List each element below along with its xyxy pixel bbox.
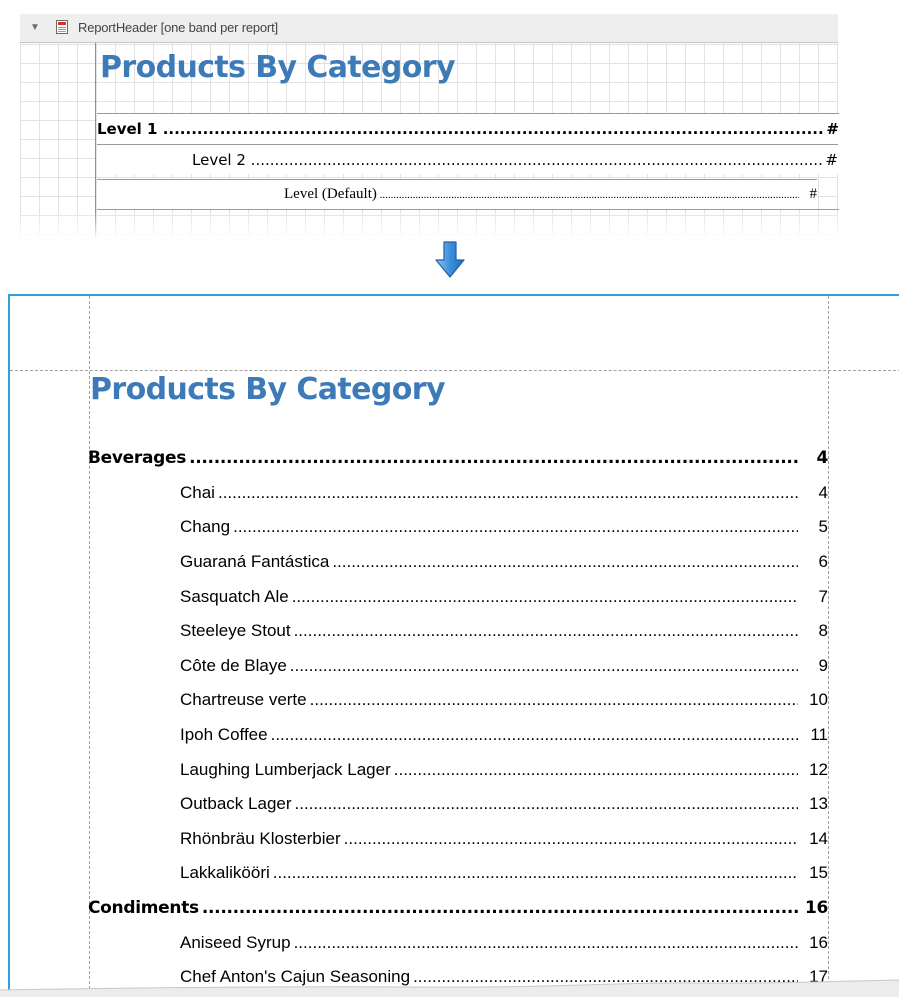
toc-entry-label: Chartreuse verte [180, 690, 307, 710]
leader-dots: ........................................… [250, 150, 824, 169]
toc-entry-label: Condiments [88, 898, 199, 919]
triangle-down-icon[interactable]: ▼ [30, 22, 40, 33]
page-number: 11 [810, 725, 828, 745]
page-number-placeholder: # [825, 150, 838, 169]
toc-entry-label: Outback Lager [180, 794, 292, 814]
document-preview-page: Products By Category Beverages..........… [8, 294, 899, 997]
toc-item-row[interactable]: Chartreuse verte........................… [88, 683, 828, 718]
leader-dots: ........................................… [294, 794, 798, 814]
leader-dots: ........................................… [343, 828, 798, 848]
report-header-band-caption[interactable]: ▼ ReportHeader [one band per report] [20, 14, 838, 43]
page-number: 4 [818, 482, 828, 502]
report-header-band-area[interactable]: Products By Category Level 1 ...........… [20, 43, 839, 240]
page-number-placeholder: # [826, 120, 839, 138]
page-number: 5 [818, 517, 828, 537]
page-number: 13 [809, 794, 828, 814]
toc-item-row[interactable]: Aniseed Syrup...........................… [88, 925, 828, 960]
toc-entry-label: Côte de Blaye [180, 655, 287, 675]
toc-item-row[interactable]: Outback Lager...........................… [88, 787, 828, 822]
torn-edge [0, 979, 899, 997]
toc-level-label: Level (Default) [284, 186, 377, 202]
leader-dots: ........................................… [233, 517, 798, 537]
toc-item-row[interactable]: Laughing Lumberjack Lager...............… [88, 752, 828, 787]
toc-item-row[interactable]: Chang...................................… [88, 510, 828, 545]
toc-item-row[interactable]: Lakkalikööri............................… [88, 856, 828, 891]
toc-entry-label: Ipoh Coffee [180, 725, 268, 745]
leader-dots: ........................................… [332, 552, 798, 572]
toc-entry-label: Aniseed Syrup [180, 932, 291, 952]
toc-title-label[interactable]: Products By Category [100, 50, 456, 85]
grid-fade [20, 211, 838, 240]
page-number-placeholder: # [809, 186, 818, 202]
toc-group-row[interactable]: Beverages...............................… [88, 441, 828, 476]
toc-item-row[interactable]: Côte de Blaye...........................… [88, 649, 828, 684]
page-number: 16 [804, 898, 828, 919]
leader-dots: ........................................… [201, 898, 798, 919]
toc-entry-label: Lakkalikööri [180, 863, 270, 883]
toc-level-label: Level 1 [97, 120, 158, 138]
leader-dots: ........................................… [293, 621, 798, 641]
leader-dots: ........................................… [293, 932, 798, 952]
report-header-band-icon [56, 20, 68, 34]
page-number: 7 [818, 586, 828, 606]
leader-dots: ........................................… [272, 863, 798, 883]
toc-title: Products By Category [90, 372, 446, 407]
page-number: 12 [809, 759, 828, 779]
leader-dots: ........................................… [291, 586, 798, 606]
toc-entry-label: Chai [180, 482, 215, 502]
leader-dots: ........................................… [379, 188, 799, 201]
top-margin-guide [10, 370, 899, 371]
toc-item-row[interactable]: Ipoh Coffee.............................… [88, 718, 828, 753]
band-caption-label: ReportHeader [one band per report] [78, 20, 278, 35]
toc-entry-label: Beverages [88, 448, 187, 469]
toc-group-row[interactable]: Condiments..............................… [88, 891, 828, 926]
leader-dots: ........................................… [217, 482, 798, 502]
toc-item-row[interactable]: Rhönbräu Klosterbier....................… [88, 822, 828, 857]
toc-entry-label: Sasquatch Ale [180, 586, 289, 606]
toc-item-row[interactable]: Guaraná Fantástica......................… [88, 545, 828, 580]
page-number: 10 [809, 690, 828, 710]
leader-dots: ........................................… [270, 725, 798, 745]
page-number: 4 [816, 448, 828, 469]
leader-dots: ........................................… [289, 655, 798, 675]
toc-level-label: Level 2 [192, 150, 246, 169]
report-designer-surface: ▼ ReportHeader [one band per report] Pro… [0, 0, 899, 240]
toc-list: Beverages...............................… [88, 441, 828, 995]
leader-dots: ........................................… [309, 690, 798, 710]
page-number: 8 [818, 621, 828, 641]
toc-level-2-row[interactable]: Level 2 ................................… [97, 144, 838, 174]
page-number: 16 [809, 932, 828, 952]
page-number: 15 [809, 863, 828, 883]
page-number: 14 [809, 828, 828, 848]
toc-item-row[interactable]: Sasquatch Ale...........................… [88, 579, 828, 614]
row-divider [97, 209, 839, 210]
right-margin-guide [828, 296, 829, 997]
toc-item-row[interactable]: Chai....................................… [88, 476, 828, 511]
toc-entry-label: Laughing Lumberjack Lager [180, 759, 391, 779]
toc-entry-label: Rhönbräu Klosterbier [180, 828, 341, 848]
toc-item-row[interactable]: Steeleye Stout..........................… [88, 614, 828, 649]
leader-dots: ........................................… [393, 759, 798, 779]
toc-level-1-row[interactable]: Level 1 ................................… [97, 113, 839, 144]
leader-dots: ........................................… [189, 448, 798, 469]
toc-entry-label: Guaraná Fantástica [180, 552, 330, 572]
page-number: 9 [818, 655, 828, 675]
toc-entry-label: Steeleye Stout [180, 621, 291, 641]
toc-entry-label: Chang [180, 517, 231, 537]
leader-dots: ........................................… [162, 120, 823, 138]
page-number: 6 [818, 552, 828, 572]
toc-level-default-row[interactable]: Level (Default) ........................… [97, 179, 817, 209]
arrow-down-icon [435, 241, 465, 278]
left-margin-line [95, 43, 96, 238]
